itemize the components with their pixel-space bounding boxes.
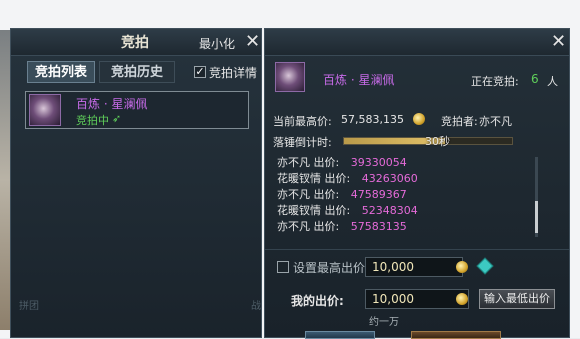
detail-checkbox[interactable]: ✓ xyxy=(194,66,206,78)
countdown-label: 落锤倒计时: xyxy=(273,136,332,149)
detail-close-icon[interactable]: ✕ xyxy=(551,33,566,51)
history-row: 亦不凡 出价: 47589367 xyxy=(277,187,407,202)
bidder-count-unit: 人 xyxy=(547,75,558,88)
bidder-count: 6 xyxy=(531,72,539,86)
history-bidder: 花暖钗情 xyxy=(277,172,321,185)
close-icon[interactable]: ✕ xyxy=(245,33,260,51)
diamond-icon[interactable] xyxy=(476,257,494,275)
auction-item-row[interactable]: 百炼 · 星澜佩 竞拍中 ➶ xyxy=(25,91,249,129)
minimize-button[interactable]: 最小化 xyxy=(199,35,235,52)
history-label: 出价: xyxy=(313,220,340,233)
current-price: 57,583,135 xyxy=(341,113,404,126)
bidder-name: 亦不凡 xyxy=(479,115,512,128)
auction-detail-panel: ✕ 百炼 · 星澜佩 正在竞拍: 6 人 当前最高价: 57,583,135 竞… xyxy=(264,28,570,339)
auction-list-panel: 竞拍 最小化 ✕ 竞拍列表 竞拍历史 ✓ 竞拍详情 百炼 · 星澜佩 竞拍中 ➶… xyxy=(10,28,262,338)
history-bidder: 亦不凡 xyxy=(277,220,310,233)
my-bid-coin-icon xyxy=(456,293,468,305)
tab-auction-history[interactable]: 竞拍历史 xyxy=(99,61,175,83)
countdown-value: 30秒 xyxy=(425,135,450,148)
max-bid-coin-icon xyxy=(456,261,468,273)
history-amount: 57583135 xyxy=(350,220,407,233)
detail-item-name: 百炼 · 星澜佩 xyxy=(323,73,395,87)
game-scene-strip xyxy=(0,30,10,330)
history-label: 出价: xyxy=(324,172,351,185)
history-row: 花暖钗情 出价: 43263060 xyxy=(277,171,418,186)
history-row: 亦不凡 出价: 57583135 xyxy=(277,219,407,234)
auction-item-status: 竞拍中 xyxy=(76,114,109,127)
my-bid-input[interactable]: 10,000 xyxy=(365,289,469,309)
history-amount: 43263060 xyxy=(361,172,418,185)
detail-checkbox-label: 竞拍详情 xyxy=(209,66,258,80)
history-scrollbar-thumb[interactable] xyxy=(535,201,538,233)
divider xyxy=(265,249,569,250)
bidder-label: 竞拍者: xyxy=(441,115,478,128)
jade-pendant-icon xyxy=(29,94,61,126)
history-amount: 52348304 xyxy=(361,204,418,217)
auction-panel-header: 竞拍 最小化 ✕ xyxy=(11,29,261,56)
bid-history-list: 亦不凡 出价: 39330054 花暖钗情 出价: 43263060 亦不凡 出… xyxy=(273,155,521,233)
history-amount: 39330054 xyxy=(350,156,407,169)
history-label: 出价: xyxy=(313,188,340,201)
my-bid-hint: 约一万 xyxy=(369,317,399,328)
history-scrollbar[interactable] xyxy=(535,157,538,237)
auction-item-name: 百炼 · 星澜佩 xyxy=(76,97,148,111)
max-bid-checkbox[interactable] xyxy=(277,261,289,273)
bidding-arrow-icon: ➶ xyxy=(112,112,122,125)
history-row: 花暖钗情 出价: 52348304 xyxy=(277,203,418,218)
history-bidder: 花暖钗情 xyxy=(277,204,321,217)
history-label: 出价: xyxy=(313,156,340,169)
history-bidder: 亦不凡 xyxy=(277,156,310,169)
auction-panel-title: 竞拍 xyxy=(121,35,149,51)
max-bid-input[interactable]: 10,000 xyxy=(365,257,463,277)
tab-auction-list[interactable]: 竞拍列表 xyxy=(27,61,95,83)
gold-coin-icon xyxy=(413,113,425,125)
detail-jade-pendant-icon xyxy=(275,62,305,92)
bidding-label: 正在竞拍: xyxy=(471,75,519,88)
history-row: 亦不凡 出价: 39330054 xyxy=(277,155,407,170)
history-label: 出价: xyxy=(324,204,351,217)
my-bid-label: 我的出价: xyxy=(291,294,344,308)
max-bid-label: 设置最高出价 xyxy=(293,261,366,275)
history-bidder: 亦不凡 xyxy=(277,188,310,201)
current-price-label: 当前最高价: xyxy=(273,115,332,128)
faded-chat-text-2: 战 xyxy=(251,301,261,312)
history-amount: 47589367 xyxy=(350,188,407,201)
detail-panel-header: ✕ xyxy=(265,29,569,56)
min-bid-button[interactable]: 输入最低出价 xyxy=(479,289,555,309)
faded-chat-text: 拼团 xyxy=(19,301,39,312)
